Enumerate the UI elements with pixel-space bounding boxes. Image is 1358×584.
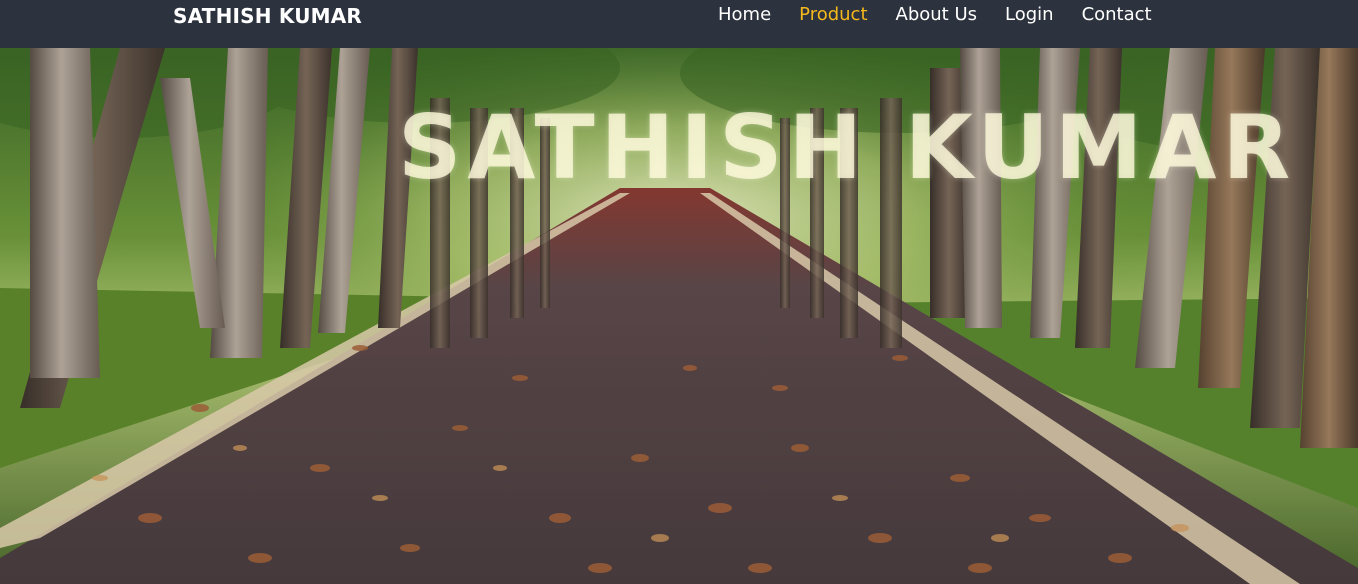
nav-link-login[interactable]: Login (1005, 4, 1054, 25)
hero-title: SATHISH KUMAR (398, 96, 1297, 199)
navbar: SATHISH KUMAR Home Product About Us Logi… (0, 0, 1358, 48)
hero-section: SATHISH KUMAR (0, 48, 1358, 584)
page: SATHISH KUMAR Home Product About Us Logi… (0, 0, 1358, 584)
nav-link-about-us[interactable]: About Us (896, 4, 978, 25)
nav-link-contact[interactable]: Contact (1082, 4, 1152, 25)
brand-logo-link[interactable]: SATHISH KUMAR (173, 4, 362, 28)
nav-link-home[interactable]: Home (718, 4, 771, 25)
nav-link-product[interactable]: Product (799, 4, 867, 25)
nav-links: Home Product About Us Login Contact (718, 4, 1180, 25)
